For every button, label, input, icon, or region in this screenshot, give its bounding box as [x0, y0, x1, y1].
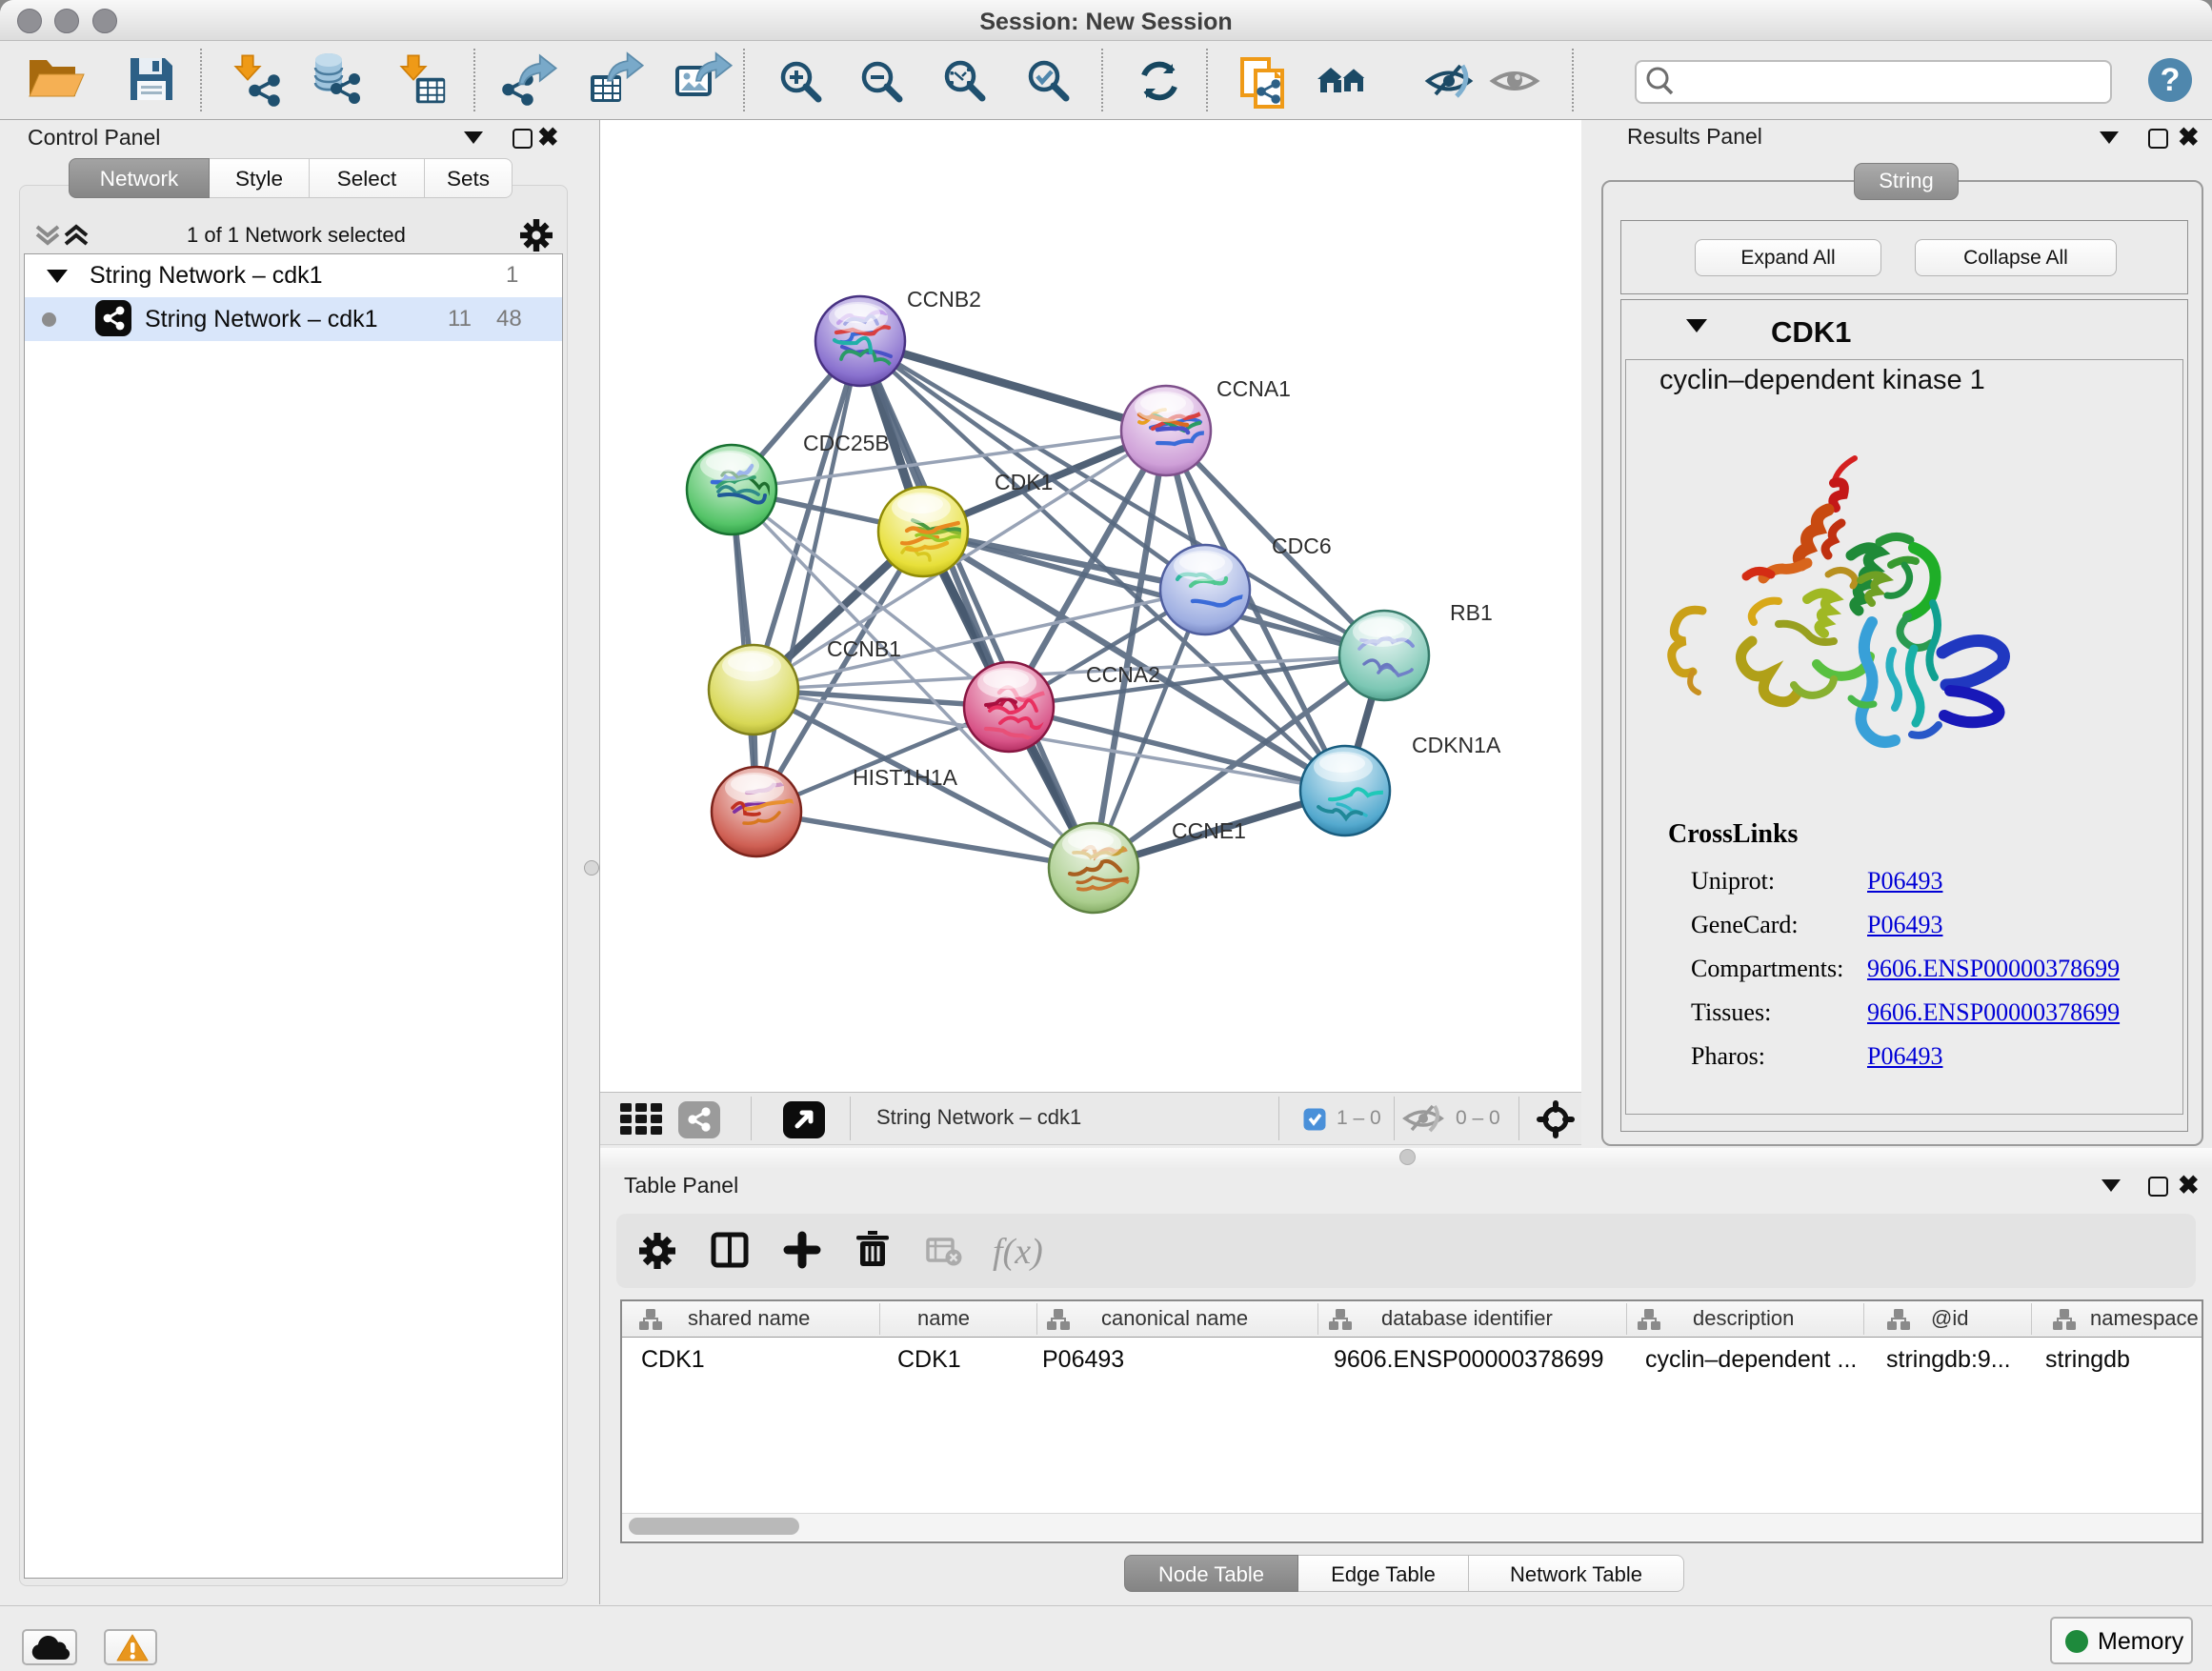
svg-text:HIST1H1A: HIST1H1A — [853, 765, 958, 790]
svg-text:CCNA1: CCNA1 — [1217, 376, 1291, 401]
svg-text:RB1: RB1 — [1450, 600, 1493, 625]
svg-text:CDC6: CDC6 — [1272, 534, 1332, 558]
svg-text:f(x): f(x) — [993, 1232, 1043, 1272]
svg-text:CCNB1: CCNB1 — [827, 636, 901, 661]
svg-text:CCNA2: CCNA2 — [1086, 662, 1160, 687]
svg-text:CCNE1: CCNE1 — [1172, 818, 1246, 843]
svg-text:CDK1: CDK1 — [995, 470, 1053, 494]
svg-text:CDKN1A: CDKN1A — [1412, 733, 1501, 757]
svg-text:CDC25B: CDC25B — [803, 431, 890, 455]
svg-text:CCNB2: CCNB2 — [907, 287, 981, 312]
